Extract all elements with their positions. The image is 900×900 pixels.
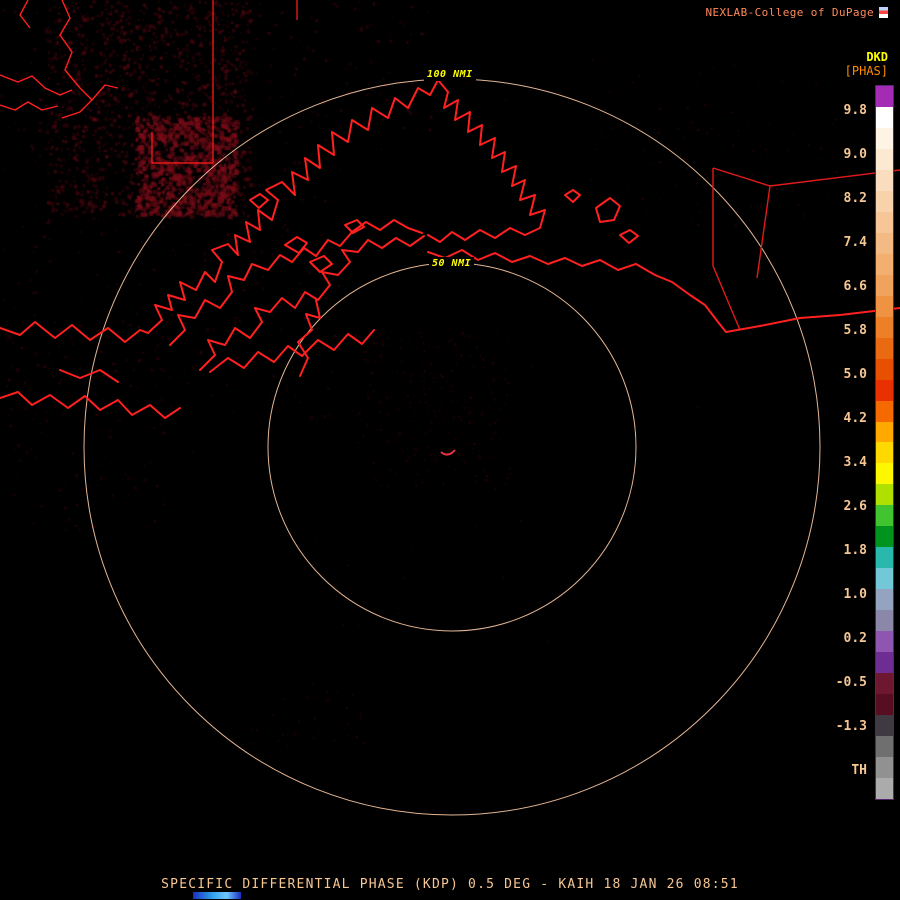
- colorbar-tick-7.4: 7.4: [843, 235, 867, 250]
- colorbar-segment: [876, 673, 893, 695]
- colorbar-segment: [876, 232, 893, 254]
- boundary-path: [712, 167, 771, 279]
- boundary-lines: [151, 0, 900, 331]
- colorbar-tick-6.6: 6.6: [843, 279, 867, 294]
- colorbar-segment: [876, 169, 893, 191]
- colorbar-segment: [876, 694, 893, 716]
- range-ring-label-50: 50 NMI: [429, 257, 475, 270]
- radar-site-path: [440, 449, 456, 456]
- colorbar-segment: [876, 337, 893, 359]
- colorbar-segment: [876, 442, 893, 464]
- boundary-path: [151, 0, 214, 164]
- colorbar-segment: [876, 484, 893, 506]
- range-ring-50nmi: [267, 262, 637, 632]
- colorbar-tick--0.5: -0.5: [835, 675, 867, 690]
- radar-display: 100 NMI 50 NMI NEXLAB-College of DuPage …: [0, 0, 900, 900]
- coastline-path: [427, 79, 546, 243]
- island-path: [309, 255, 333, 273]
- island-path: [619, 229, 639, 244]
- coastline-path: [297, 299, 321, 377]
- radar-site-mark: [440, 449, 456, 456]
- colorbar-segment: [876, 295, 893, 317]
- colorbar-segment: [876, 400, 893, 422]
- colorbar-tick-5.8: 5.8: [843, 323, 867, 338]
- coastline-path: [209, 329, 375, 373]
- colorbar: [875, 85, 894, 800]
- colorbar-segment: [876, 631, 893, 653]
- colorbar-tick-1.0: 1.0: [843, 587, 867, 602]
- colorbar-segment: [876, 253, 893, 275]
- colorbar-segment: [876, 505, 893, 527]
- river-path: [19, 0, 31, 29]
- coastline-path: [367, 235, 425, 249]
- colorbar-tick-3.4: 3.4: [843, 455, 867, 470]
- product-units: [PHAS]: [844, 64, 888, 78]
- attribution: NEXLAB-College of DuPage: [705, 6, 888, 19]
- island-path: [595, 197, 621, 223]
- colorbar-segment: [876, 547, 893, 569]
- attribution-text: NEXLAB-College of DuPage: [705, 6, 874, 19]
- cod-logo-icon: [879, 7, 888, 18]
- coastline-path: [0, 321, 149, 343]
- colorbar-segment: [876, 316, 893, 338]
- colorbar-tick-2.6: 2.6: [843, 499, 867, 514]
- product-code: DKD: [866, 50, 888, 64]
- colorbar-tick--1.3: -1.3: [835, 719, 867, 734]
- colorbar-segment: [876, 148, 893, 170]
- island-path: [284, 236, 308, 254]
- colorbar-segment: [876, 86, 893, 107]
- colorbar-tick-9.8: 9.8: [843, 103, 867, 118]
- colorbar-segment: [876, 127, 893, 149]
- colorbar-segment: [876, 568, 893, 590]
- bottom-watermark: [193, 892, 241, 899]
- colorbar-segment: [876, 757, 893, 778]
- colorbar-segment: [876, 610, 893, 632]
- colorbar-segment: [876, 715, 893, 737]
- colorbar-tick-4.2: 4.2: [843, 411, 867, 426]
- river-path: [59, 0, 93, 119]
- island-path: [249, 193, 269, 209]
- coastline: [0, 79, 900, 419]
- range-rings: [83, 78, 821, 816]
- rivers: [0, 0, 119, 119]
- colorbar-tick-0.2: 0.2: [843, 631, 867, 646]
- coastline-path: [427, 249, 900, 333]
- colorbar-segment: [876, 736, 893, 757]
- map-overlay: [0, 0, 900, 816]
- coastline-path: [147, 79, 439, 334]
- coastline-path: [59, 369, 119, 383]
- product-caption: SPECIFIC DIFFERENTIAL PHASE (KDP) 0.5 DE…: [161, 877, 739, 892]
- river-path: [91, 84, 119, 101]
- colorbar-segment: [876, 589, 893, 611]
- island-path: [564, 189, 581, 203]
- colorbar-segment: [876, 652, 893, 674]
- colorbar-segment: [876, 190, 893, 212]
- colorbar-tick-TH: TH: [851, 763, 867, 778]
- colorbar-tick-1.8: 1.8: [843, 543, 867, 558]
- colorbar-segment: [876, 379, 893, 401]
- colorbar-segment: [876, 526, 893, 548]
- colorbar-segment: [876, 421, 893, 443]
- colorbar-tick-5.0: 5.0: [843, 367, 867, 382]
- colorbar-segment: [876, 106, 893, 128]
- colorbar-segment: [876, 211, 893, 233]
- colorbar-tick-9.0: 9.0: [843, 147, 867, 162]
- river-path: [0, 101, 59, 111]
- river-path: [0, 74, 73, 96]
- colorbar-segment: [876, 463, 893, 485]
- colorbar-segment: [876, 274, 893, 296]
- colorbar-segment: [876, 777, 893, 799]
- colorbar-segment: [876, 358, 893, 380]
- range-ring-100nmi: [83, 78, 821, 816]
- colorbar-tick-8.2: 8.2: [843, 191, 867, 206]
- range-ring-label-100: 100 NMI: [424, 68, 476, 81]
- coastline-path: [0, 391, 181, 419]
